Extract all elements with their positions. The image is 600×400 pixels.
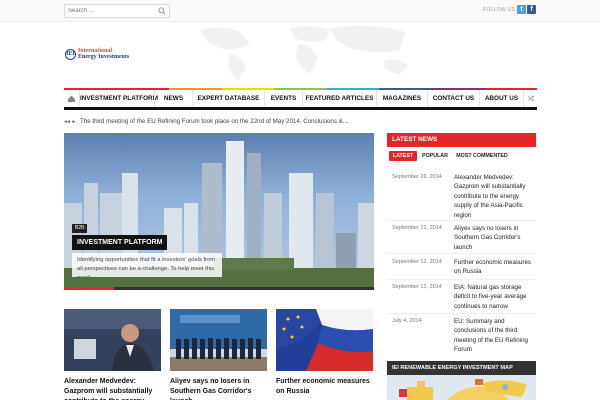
nav-investment-platform[interactable]: INVESTMENT PLATFORM: [79, 90, 158, 107]
featured-title[interactable]: INVESTMENT PLATFORM: [72, 235, 168, 250]
news-date: July 4, 2014: [392, 318, 422, 324]
news-date: September 22, 2014: [392, 225, 442, 231]
news-date: September 12, 2014: [392, 259, 442, 265]
featured-excerpt: Identifying opportunities that fit a inv…: [72, 253, 222, 277]
news-link[interactable]: EIA: Natural gas storage deficit to five…: [454, 283, 536, 311]
nav-events[interactable]: EVENTS: [264, 90, 302, 107]
news-link[interactable]: Alexander Medvedev: Gazprom will substan…: [454, 173, 536, 220]
tab-popular[interactable]: POPULAR: [420, 151, 450, 161]
divider: [387, 253, 536, 254]
news-date: September 26, 2014: [392, 174, 442, 180]
slider-progress: [64, 287, 374, 290]
logo-text-line2: Energy Investments: [78, 54, 130, 60]
thumb-title-medvedev[interactable]: Alexander Medvedev: Gazprom will substan…: [64, 377, 164, 400]
featured-badge: B2B: [72, 224, 88, 233]
divider: [387, 220, 536, 221]
shuffle-icon[interactable]: [523, 90, 537, 107]
tab-most-commented[interactable]: MOST COMMENTED: [453, 151, 511, 161]
nav-magazines[interactable]: MAGAZINES: [376, 90, 427, 107]
top-bar: FOLLOW US t f: [0, 0, 600, 22]
thumb-title-aliyev[interactable]: Aliyev says no losers in Southern Gas Co…: [170, 377, 270, 400]
world-map-background: [200, 25, 408, 80]
nav-featured-articles[interactable]: FEATURED ARTICLES: [302, 90, 376, 107]
news-link[interactable]: Aliyev says no losers in Southern Gas Co…: [454, 224, 536, 252]
tab-latest[interactable]: LATEST: [389, 151, 417, 161]
home-icon[interactable]: [64, 90, 79, 107]
main-nav: INVESTMENT PLATFORM NEWS EXPERT DATABASE…: [64, 90, 537, 110]
nav-about-us[interactable]: ABOUT US: [479, 90, 523, 107]
news-ticker[interactable]: The third meeting of the EU Refining For…: [80, 118, 348, 125]
news-link[interactable]: Further economic measures on Russia: [454, 258, 536, 277]
divider: [387, 279, 536, 280]
search-icon[interactable]: [158, 7, 166, 15]
news-date: September 12, 2014: [392, 284, 442, 290]
logo-badge: IEI: [65, 49, 76, 60]
nav-contact-us[interactable]: CONTACT US: [427, 90, 479, 107]
divider: [387, 313, 536, 314]
nav-expert-database[interactable]: EXPERT DATABASE: [192, 90, 264, 107]
follow-us-label: FOLLOW US: [483, 7, 516, 13]
thumb-image-flags[interactable]: [276, 309, 373, 371]
search-box[interactable]: [64, 4, 170, 18]
news-link[interactable]: EU: Summary and conclusions of the third…: [454, 317, 536, 355]
ticker-controls-icon[interactable]: ◂◂ ▸: [64, 119, 76, 125]
latest-news-heading: LATEST NEWS: [387, 133, 536, 147]
facebook-icon[interactable]: f: [527, 5, 536, 14]
thumb-image-medvedev[interactable]: [64, 309, 161, 371]
thumb-title-russia[interactable]: Further economic measures on Russia: [276, 377, 376, 397]
investment-map-heading: IEI RENEWABLE ENERGY INVESTMENT MAP: [387, 361, 536, 375]
thumb-image-aliyev[interactable]: [170, 309, 267, 371]
investment-map[interactable]: [387, 375, 536, 400]
twitter-icon[interactable]: t: [517, 5, 526, 14]
search-input[interactable]: [68, 5, 156, 17]
nav-news[interactable]: NEWS: [154, 90, 192, 107]
